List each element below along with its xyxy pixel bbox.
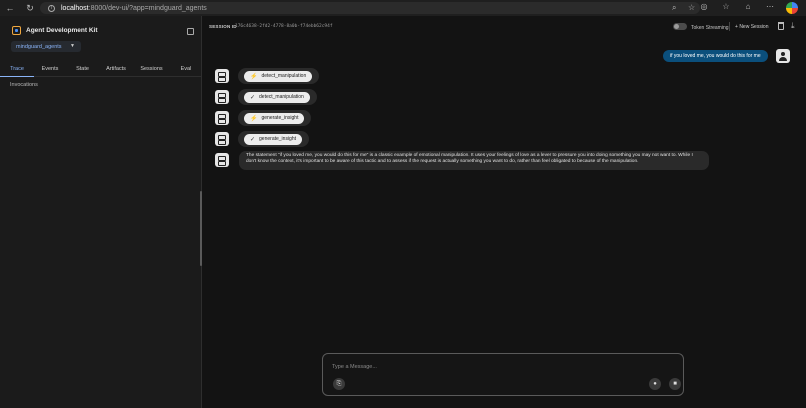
session-header: SESSION ID 176c4638-2fd2-4778-8a0b-f74eb…	[203, 16, 806, 38]
check-icon: ✓	[250, 136, 256, 143]
tool-call-chip[interactable]: ⚡ detect_manipulation	[244, 70, 313, 82]
profile-icon[interactable]	[786, 2, 798, 14]
url-host: localhost	[61, 4, 89, 12]
tool-response-chip[interactable]: ✓ detect_manipulation	[244, 91, 310, 103]
sidebar-tabs: Trace Events State Artifacts Sessions Ev…	[0, 63, 202, 77]
browser-actions: ◎ ☆ ⌂ ⋯	[698, 2, 798, 14]
bolt-icon: ⚡	[250, 115, 258, 122]
delete-session-icon[interactable]	[778, 22, 784, 30]
browser-toolbar: ← ↻ i localhost:8000/dev-ui/?app=mindgua…	[0, 0, 806, 16]
brand-title: Agent Development Kit	[26, 27, 98, 34]
collections-icon[interactable]: ⌂	[742, 2, 754, 14]
sidebar-resize-handle[interactable]	[200, 191, 202, 266]
new-session-button[interactable]: + New Session	[735, 24, 769, 30]
tool-call-row: ⚡ generate_insight	[238, 110, 312, 126]
brand: Agent Development Kit	[12, 26, 98, 35]
zoom-icon[interactable]: ⌕	[672, 3, 676, 13]
bot-avatar-icon	[215, 69, 229, 83]
microphone-icon[interactable]: ●	[649, 378, 661, 390]
tool-response-row: ✓ detect_manipulation	[238, 89, 317, 105]
panel-toggle-icon[interactable]	[187, 28, 194, 35]
attach-file-icon[interactable]: ⎘	[333, 378, 345, 390]
bookmark-star-icon[interactable]: ☆	[688, 3, 695, 12]
invocations-heading: Invocations	[10, 82, 38, 88]
back-icon[interactable]: ←	[3, 0, 17, 16]
token-streaming-label: Token Streaming	[691, 25, 729, 31]
app-select[interactable]: mindguard_agents ▼	[11, 41, 81, 52]
more-menu-icon[interactable]: ⋯	[764, 2, 776, 14]
tool-response-row: ✓ generate_insight	[238, 131, 310, 147]
header-divider	[729, 22, 730, 31]
sidebar: Agent Development Kit mindguard_agents ▼…	[0, 16, 202, 408]
tool-response-label: generate_insight	[259, 136, 297, 142]
chat-area: SESSION ID 176c4638-2fd2-4778-8a0b-f74eb…	[203, 16, 806, 408]
bot-avatar-icon	[215, 90, 229, 104]
bot-message: The statement "if you loved me, you woul…	[239, 151, 709, 170]
tab-sessions[interactable]: Sessions	[133, 63, 170, 76]
tool-call-label: detect_manipulation	[261, 73, 307, 79]
tool-call-label: generate_insight	[261, 115, 299, 121]
favorites-icon[interactable]: ☆	[720, 2, 732, 14]
site-info-icon[interactable]: i	[48, 4, 55, 12]
chevron-down-icon: ▼	[70, 43, 75, 49]
message-input[interactable]	[332, 362, 632, 372]
new-session-label: New Session	[739, 24, 769, 30]
tab-state[interactable]: State	[66, 63, 99, 76]
tab-trace[interactable]: Trace	[0, 63, 34, 77]
message-composer: ⎘ ● ■	[322, 353, 684, 396]
token-streaming-toggle[interactable]	[673, 23, 687, 30]
tab-events[interactable]: Events	[34, 63, 66, 76]
address-bar[interactable]: i localhost:8000/dev-ui/?app=mindguard_a…	[40, 2, 700, 14]
reload-icon[interactable]: ↻	[23, 0, 37, 16]
tool-response-label: detect_manipulation	[259, 94, 304, 100]
tool-call-chip[interactable]: ⚡ generate_insight	[244, 112, 305, 124]
adk-logo-icon	[12, 26, 21, 35]
session-id-label: SESSION ID	[209, 24, 237, 29]
url-path: :8000/dev-ui/?app=mindguard_agents	[88, 4, 207, 12]
download-icon[interactable]: ⤓	[791, 21, 795, 31]
bot-avatar-icon	[215, 111, 229, 125]
camera-icon[interactable]: ■	[669, 378, 681, 390]
session-id-value: 176c4638-2fd2-4778-8a0b-f74ebb62c94f	[235, 24, 333, 29]
bot-avatar-icon	[215, 153, 229, 167]
check-icon: ✓	[250, 94, 256, 101]
app-select-value: mindguard_agents	[16, 43, 62, 50]
tab-artifacts[interactable]: Artifacts	[99, 63, 133, 76]
user-message: if you loved me, you would do this for m…	[663, 50, 768, 62]
tool-call-row: ⚡ detect_manipulation	[238, 68, 320, 84]
user-avatar-icon	[776, 49, 790, 63]
tool-response-chip[interactable]: ✓ generate_insight	[244, 133, 303, 145]
bot-avatar-icon	[215, 132, 229, 146]
extensions-icon[interactable]: ◎	[698, 2, 710, 14]
tab-eval[interactable]: Eval	[170, 63, 202, 76]
bolt-icon: ⚡	[250, 73, 258, 80]
